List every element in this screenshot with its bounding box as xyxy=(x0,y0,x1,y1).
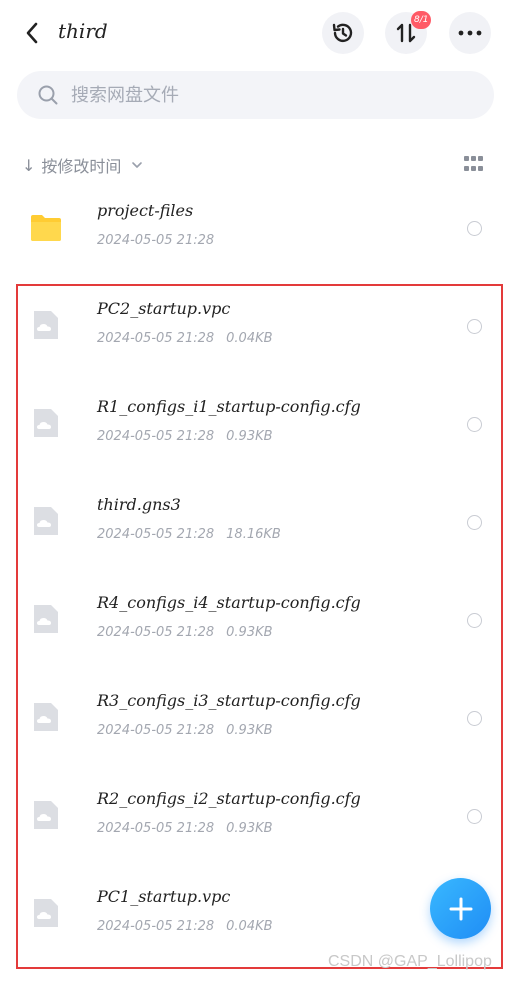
file-size: 0.93KB xyxy=(226,821,273,836)
file-size: 0.93KB xyxy=(226,723,273,738)
file-size: 0.93KB xyxy=(226,429,273,444)
list-item[interactable]: third.gns3 2024-05-05 21:28 18.16KB xyxy=(0,475,510,573)
sort-direction-icon[interactable]: ↓ xyxy=(22,156,35,175)
transfer-count-badge: 8/1 xyxy=(411,11,432,29)
chevron-left-icon xyxy=(26,22,38,44)
file-name: R1_configs_i1_startup-config.cfg xyxy=(97,397,361,416)
select-checkbox[interactable] xyxy=(467,221,482,236)
cloud-file-icon xyxy=(34,801,58,829)
file-name: R2_configs_i2_startup-config.cfg xyxy=(97,789,361,808)
search-input[interactable] xyxy=(71,84,451,106)
list-item[interactable]: R2_configs_i2_startup-config.cfg 2024-05… xyxy=(0,769,510,867)
file-meta: 2024-05-05 21:28 xyxy=(97,233,214,248)
file-name: PC1_startup.vpc xyxy=(97,887,231,906)
file-date: 2024-05-05 21:28 xyxy=(97,723,215,738)
back-button[interactable] xyxy=(18,18,46,48)
file-meta: 2024-05-05 21:28 0.93KB xyxy=(97,625,273,640)
file-meta: 2024-05-05 21:28 0.04KB xyxy=(97,919,273,934)
file-meta: 2024-05-05 21:28 0.93KB xyxy=(97,723,273,738)
cloud-file-icon xyxy=(34,507,58,535)
list-item[interactable]: PC2_startup.vpc 2024-05-05 21:28 0.04KB xyxy=(0,279,510,377)
file-date: 2024-05-05 21:28 xyxy=(97,429,215,444)
file-meta: 2024-05-05 21:28 0.04KB xyxy=(97,331,273,346)
search-bar[interactable] xyxy=(17,71,494,119)
cloud-file-icon xyxy=(34,899,58,927)
more-button[interactable] xyxy=(449,12,491,54)
list-item[interactable]: R3_configs_i3_startup-config.cfg 2024-05… xyxy=(0,671,510,769)
file-meta: 2024-05-05 21:28 18.16KB xyxy=(97,527,281,542)
file-name: project-files xyxy=(97,201,194,220)
select-checkbox[interactable] xyxy=(467,417,482,432)
add-button[interactable] xyxy=(430,878,491,939)
cloud-file-icon xyxy=(34,409,58,437)
top-bar: third 8/1 xyxy=(0,0,510,66)
select-checkbox[interactable] xyxy=(467,809,482,824)
sort-bar: ↓ 按修改时间 xyxy=(22,150,492,180)
select-checkbox[interactable] xyxy=(467,613,482,628)
more-dots-icon xyxy=(458,30,482,36)
watermark: CSDN @GAP_Lollipop xyxy=(328,953,492,970)
history-button[interactable] xyxy=(322,12,364,54)
file-date: 2024-05-05 21:28 xyxy=(97,233,215,248)
file-date: 2024-05-05 21:28 xyxy=(97,919,215,934)
page-title: third xyxy=(58,19,108,43)
list-item[interactable]: R4_configs_i4_startup-config.cfg 2024-05… xyxy=(0,573,510,671)
file-size: 0.04KB xyxy=(226,331,273,346)
select-checkbox[interactable] xyxy=(467,319,482,334)
file-name: R4_configs_i4_startup-config.cfg xyxy=(97,593,361,612)
select-checkbox[interactable] xyxy=(467,711,482,726)
grid-view-icon[interactable] xyxy=(464,156,484,174)
file-meta: 2024-05-05 21:28 0.93KB xyxy=(97,821,273,836)
sort-label[interactable]: 按修改时间 xyxy=(41,153,121,177)
file-size: 18.16KB xyxy=(226,527,281,542)
file-size: 0.93KB xyxy=(226,625,273,640)
history-icon xyxy=(332,23,353,42)
file-date: 2024-05-05 21:28 xyxy=(97,331,215,346)
file-date: 2024-05-05 21:28 xyxy=(97,625,215,640)
folder-icon xyxy=(31,215,61,241)
file-name: PC2_startup.vpc xyxy=(97,299,231,318)
list-item[interactable]: R1_configs_i1_startup-config.cfg 2024-05… xyxy=(0,377,510,475)
chevron-down-icon[interactable] xyxy=(131,159,143,171)
file-date: 2024-05-05 21:28 xyxy=(97,821,215,836)
list-item[interactable]: project-files 2024-05-05 21:28 xyxy=(0,181,510,279)
plus-icon xyxy=(449,897,472,920)
transfer-button[interactable]: 8/1 xyxy=(385,11,432,54)
file-name: third.gns3 xyxy=(97,495,181,514)
file-size: 0.04KB xyxy=(226,919,273,934)
cloud-file-icon xyxy=(34,605,58,633)
file-meta: 2024-05-05 21:28 0.93KB xyxy=(97,429,273,444)
file-name: R3_configs_i3_startup-config.cfg xyxy=(97,691,361,710)
select-checkbox[interactable] xyxy=(467,515,482,530)
file-date: 2024-05-05 21:28 xyxy=(97,527,215,542)
search-icon xyxy=(37,84,59,106)
cloud-file-icon xyxy=(34,311,58,339)
cloud-file-icon xyxy=(34,703,58,731)
